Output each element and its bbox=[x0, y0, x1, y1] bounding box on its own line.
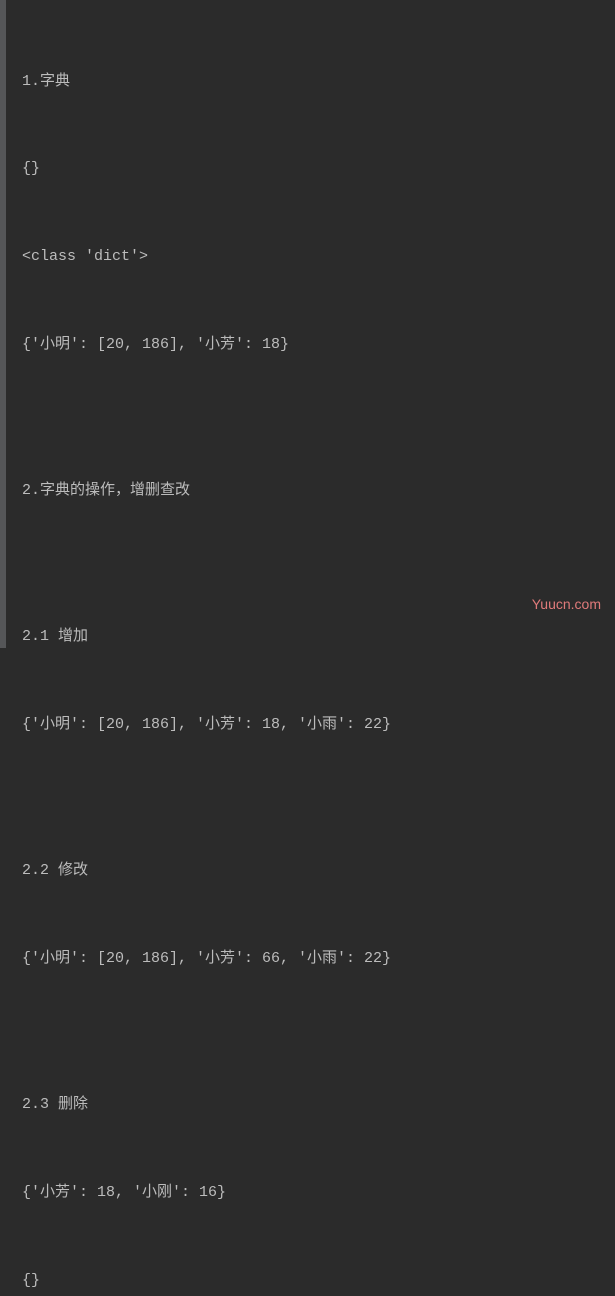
output-line: 1.字典 bbox=[22, 67, 615, 96]
output-line: 2.2 修改 bbox=[22, 856, 615, 885]
output-line: {} bbox=[22, 154, 615, 183]
output-line: {'小明': [20, 186], '小芳': 18} bbox=[22, 330, 615, 359]
output-line: {'小明': [20, 186], '小芳': 18, '小雨': 22} bbox=[22, 710, 615, 739]
output-line: {'小芳': 18, '小刚': 16} bbox=[22, 1178, 615, 1207]
console-output: 1.字典 {} <class 'dict'> {'小明': [20, 186],… bbox=[8, 8, 615, 1296]
output-line: 2.字典的操作，增删查改 bbox=[22, 476, 615, 505]
watermark-text: Yuucn.com bbox=[532, 596, 601, 612]
output-line: {'小明': [20, 186], '小芳': 66, '小雨': 22} bbox=[22, 944, 615, 973]
output-line: {} bbox=[22, 1266, 615, 1295]
output-line: 2.1 增加 bbox=[22, 622, 615, 651]
output-line: <class 'dict'> bbox=[22, 242, 615, 271]
editor-gutter bbox=[0, 0, 6, 648]
output-line: 2.3 删除 bbox=[22, 1090, 615, 1119]
